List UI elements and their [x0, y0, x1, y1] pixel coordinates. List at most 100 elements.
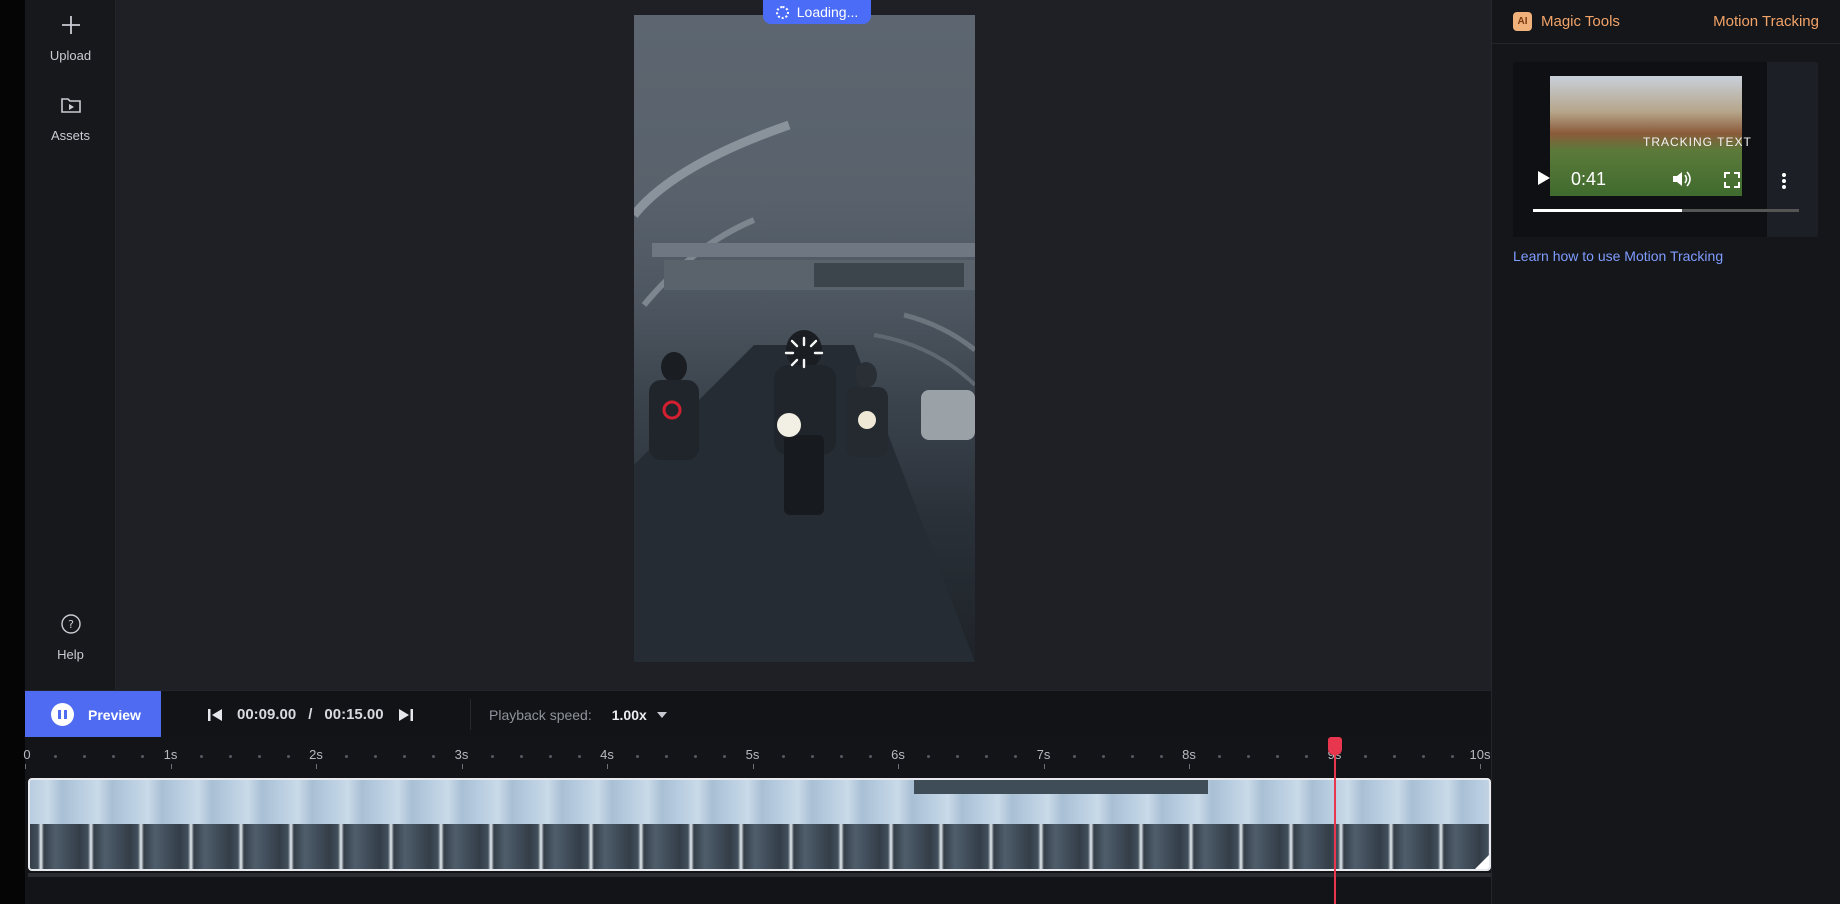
playback-speed-value: 1.00x — [611, 706, 647, 723]
tick-dot — [228, 755, 232, 758]
playback-speed-label: Playback speed: — [489, 706, 592, 723]
tick-mark — [898, 764, 899, 769]
tick-dot — [490, 755, 494, 758]
tick-mark — [752, 764, 754, 769]
tick-dot — [112, 755, 116, 758]
fullscreen-icon[interactable] — [1724, 172, 1740, 193]
video-clip-track[interactable] — [28, 778, 1491, 871]
tick-mark — [1043, 764, 1045, 769]
loading-label: Loading... — [796, 4, 859, 20]
magic-tools-title[interactable]: AI Magic Tools — [1513, 12, 1620, 31]
tutorial-caption: TRACKING TEXT — [1643, 135, 1752, 149]
playback-speed-select[interactable]: 1.00x — [612, 707, 667, 723]
tick-label: 3s — [454, 747, 469, 762]
left-sidebar: Upload Assets ? Help — [25, 0, 116, 690]
motion-tracking-title: Motion Tracking — [1713, 13, 1819, 30]
spinner-icon — [775, 5, 789, 19]
tick-dot — [1014, 755, 1018, 758]
tutorial-progress-bar[interactable] — [1533, 209, 1799, 212]
clip-frame-band — [914, 780, 1208, 794]
ai-icon: AI — [1513, 12, 1532, 31]
clip-filmstrip — [30, 824, 1489, 869]
tick-label: 2s — [309, 747, 323, 762]
tick-dot — [1421, 755, 1425, 758]
clip-trim-handle[interactable] — [1475, 855, 1489, 869]
chevron-down-icon — [656, 711, 667, 718]
preview-label: Preview — [88, 706, 141, 723]
skip-forward-icon[interactable] — [396, 705, 416, 725]
tick-label: 5s — [745, 747, 760, 762]
pause-icon — [51, 703, 74, 726]
tick-dot — [257, 755, 261, 758]
current-time: 00:09.00 — [237, 706, 297, 723]
transport-divider — [470, 699, 471, 730]
tick-label: 0 — [23, 747, 31, 762]
upload-button[interactable]: Upload — [25, 10, 116, 63]
tutorial-video[interactable]: TRACKING TEXT 0:41 — [1513, 62, 1818, 237]
plus-icon — [56, 10, 86, 40]
tick-dot — [1159, 755, 1163, 758]
tick-dot — [636, 755, 640, 758]
folder-play-icon — [56, 90, 86, 120]
tick-dot — [868, 755, 872, 758]
preview-stage — [116, 0, 1491, 690]
assets-label: Assets — [50, 128, 90, 143]
transport-bar: Preview 00:09.00 / 00:15.00 Playback spe… — [25, 690, 1491, 738]
tick-dot — [519, 755, 523, 758]
magic-tools-panel: AI Magic Tools Motion Tracking TRACKING … — [1491, 0, 1840, 904]
playhead-line[interactable] — [1333, 742, 1336, 904]
more-vertical-icon[interactable] — [1781, 172, 1787, 195]
video-frame-illustration — [634, 120, 975, 662]
tick-dot — [956, 755, 960, 758]
panel-header: AI Magic Tools Motion Tracking — [1492, 0, 1840, 44]
tick-mark — [1480, 764, 1481, 769]
help-icon: ? — [56, 609, 86, 639]
upload-label: Upload — [49, 48, 92, 63]
tick-mark — [316, 764, 317, 769]
tick-label: 10s — [1469, 747, 1491, 762]
tick-dot — [83, 755, 87, 758]
skip-back-icon[interactable] — [205, 705, 225, 725]
tick-dot — [374, 755, 378, 758]
playhead-handle[interactable] — [1327, 737, 1342, 755]
tick-dot — [199, 755, 203, 758]
tick-dot — [665, 755, 669, 758]
preview-pause-button[interactable]: Preview — [25, 691, 161, 738]
tick-mark — [461, 764, 463, 769]
tick-label: 7s — [1036, 747, 1051, 762]
loading-indicator: Loading... — [763, 0, 871, 24]
time-ruler[interactable]: 01s2s3s4s5s6s7s8s9s10s — [23, 737, 1491, 777]
volume-icon[interactable] — [1671, 170, 1691, 193]
tick-label: 6s — [891, 747, 905, 762]
tick-label: 1s — [163, 747, 178, 762]
tick-dot — [985, 755, 989, 758]
tick-dot — [810, 755, 814, 758]
tick-dot — [1305, 755, 1309, 758]
timeline[interactable]: 01s2s3s4s5s6s7s8s9s10s — [23, 737, 1491, 904]
learn-motion-tracking-link[interactable]: Learn how to use Motion Tracking — [1513, 248, 1723, 264]
video-preview[interactable] — [634, 15, 975, 662]
tick-dot — [723, 755, 727, 758]
total-time: 00:15.00 — [324, 706, 384, 723]
play-icon[interactable] — [1537, 170, 1551, 191]
tick-dot — [577, 755, 581, 758]
tick-dot — [1392, 755, 1396, 758]
time-controls: 00:09.00 / 00:15.00 — [205, 691, 416, 738]
tick-label: 4s — [600, 747, 614, 762]
tick-dot — [432, 755, 436, 758]
tick-dot — [781, 755, 785, 758]
svg-text:?: ? — [68, 618, 74, 631]
tick-dot — [1130, 755, 1134, 758]
tick-dot — [345, 755, 349, 758]
tick-dot — [1101, 755, 1105, 758]
help-button[interactable]: ? Help — [25, 609, 116, 662]
assets-button[interactable]: Assets — [25, 90, 116, 143]
tick-mark — [25, 764, 26, 769]
tick-dot — [54, 755, 58, 758]
playback-speed: Playback speed: 1.00x — [489, 691, 667, 738]
tick-dot — [1247, 755, 1251, 758]
tick-mark — [1189, 764, 1190, 769]
tick-dot — [1450, 755, 1454, 758]
window-edge — [0, 0, 25, 904]
tick-dot — [403, 755, 407, 758]
